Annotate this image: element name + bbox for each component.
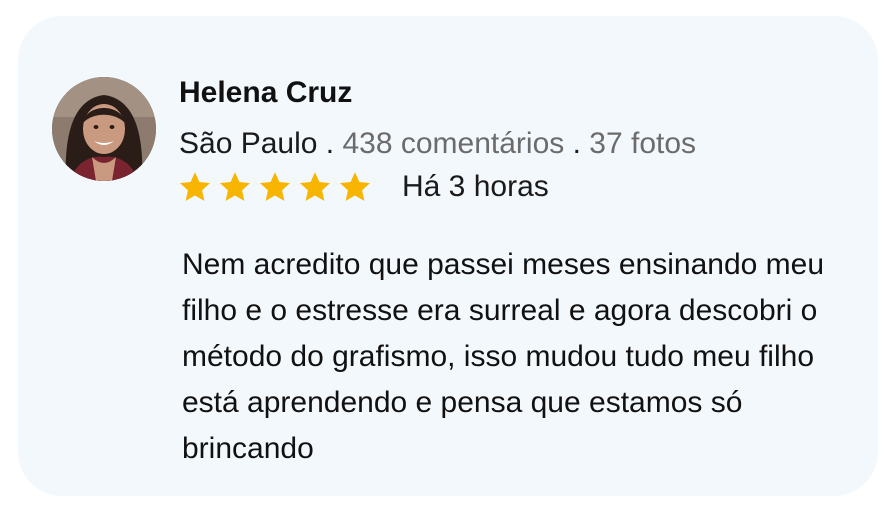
review-time: Há 3 horas [402, 170, 549, 203]
author-meta: São Paulo . 438 comentários . 37 fotos [179, 127, 696, 161]
star-rating [178, 170, 372, 204]
star-icon [299, 172, 331, 201]
comments-count[interactable]: 438 comentários [342, 127, 564, 160]
author-location: São Paulo [179, 127, 318, 160]
meta-separator: . [317, 127, 343, 160]
star-icon [259, 172, 291, 201]
photos-count[interactable]: 37 fotos [589, 127, 696, 160]
star-icon [179, 172, 211, 201]
star-icon [339, 172, 371, 201]
author-name[interactable]: Helena Cruz [179, 76, 352, 110]
star-icon [219, 172, 251, 201]
review-text: Nem acredito que passei meses ensinando … [182, 248, 825, 465]
avatar-photo [52, 77, 156, 181]
avatar[interactable] [52, 77, 156, 181]
meta-separator: . [564, 127, 590, 160]
rating-row: Há 3 horas [178, 168, 549, 206]
